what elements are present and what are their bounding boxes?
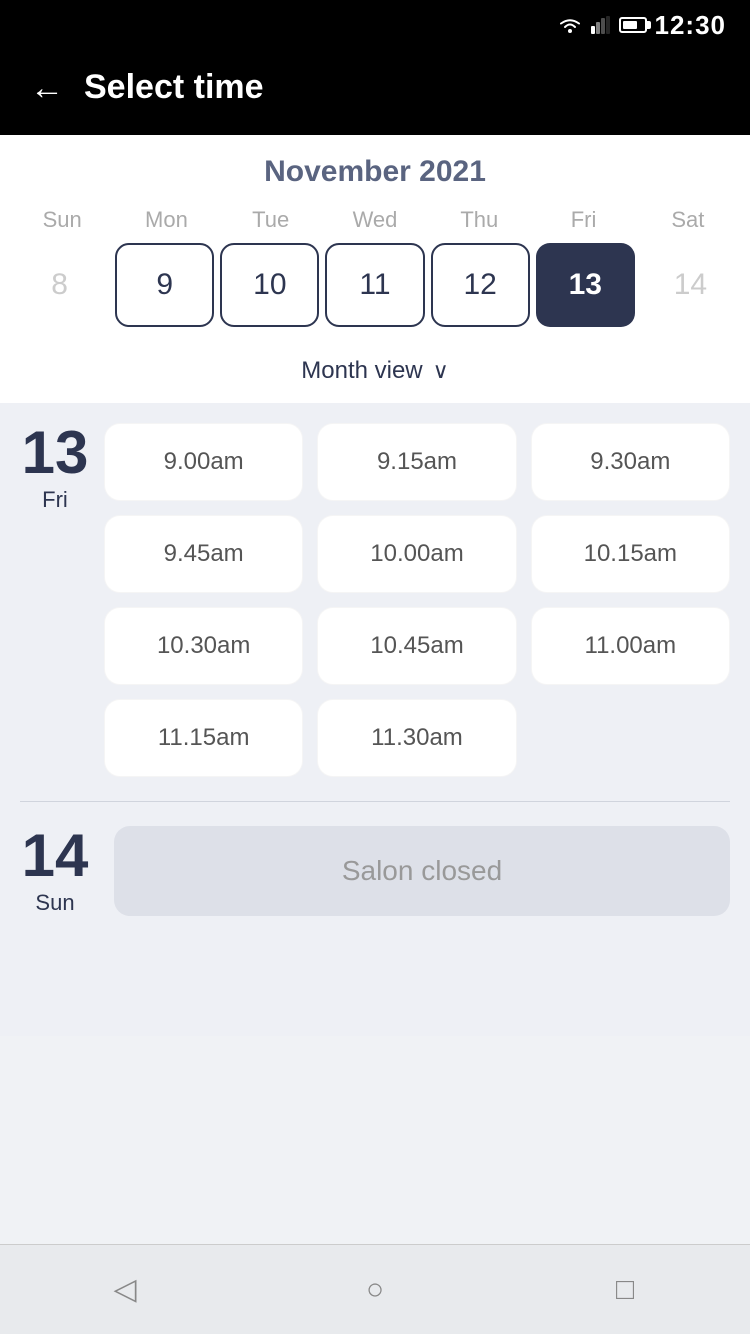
day-14-section: 14 Sun Salon closed <box>20 826 730 946</box>
bottom-nav: ◁ ○ □ <box>0 1244 750 1334</box>
day-cell-9[interactable]: 9 <box>115 243 214 327</box>
back-nav-icon: ◁ <box>113 1272 136 1307</box>
nav-back-button[interactable]: ◁ <box>100 1265 150 1315</box>
slots-section: 13 Fri 9.00am 9.15am 9.30am 9.45am 10.00… <box>0 403 750 1036</box>
day-name-thu: Thu <box>427 207 531 233</box>
nav-recent-button[interactable]: □ <box>600 1265 650 1315</box>
day-13-label: 13 Fri <box>20 423 90 777</box>
signal-icon <box>591 16 611 34</box>
chevron-down-icon: ∨ <box>433 358 449 384</box>
day-name-mon: Mon <box>114 207 218 233</box>
time-slot-1115am[interactable]: 11.15am <box>104 699 303 777</box>
day-name-sun: Sun <box>10 207 114 233</box>
time-slot-945am[interactable]: 9.45am <box>104 515 303 593</box>
salon-closed-label: Salon closed <box>342 855 502 887</box>
battery-icon <box>619 17 647 33</box>
day-cell-14[interactable]: 14 <box>641 243 740 327</box>
day-cell-8[interactable]: 8 <box>10 243 109 327</box>
time-slot-1100am[interactable]: 11.00am <box>531 607 730 685</box>
month-view-toggle[interactable]: Month view ∨ <box>0 343 750 403</box>
nav-home-button[interactable]: ○ <box>350 1265 400 1315</box>
calendar-section: November 2021 Sun Mon Tue Wed Thu Fri Sa… <box>0 135 750 403</box>
status-bar: 12:30 <box>0 0 750 50</box>
day-13-container: 13 Fri 9.00am 9.15am 9.30am 9.45am 10.00… <box>20 423 730 777</box>
day-13-number: 13 <box>22 423 89 483</box>
header: ← Select time <box>0 50 750 135</box>
day-name-sat: Sat <box>636 207 740 233</box>
day-cell-11[interactable]: 11 <box>325 243 424 327</box>
recent-nav-icon: □ <box>616 1273 634 1307</box>
day-name-wed: Wed <box>323 207 427 233</box>
calendar-week: 8 9 10 11 12 13 14 <box>0 243 750 343</box>
calendar-days-header: Sun Mon Tue Wed Thu Fri Sat <box>0 207 750 233</box>
time-slot-1130am[interactable]: 11.30am <box>317 699 516 777</box>
time-slot-1015am[interactable]: 10.15am <box>531 515 730 593</box>
home-nav-icon: ○ <box>366 1273 384 1307</box>
salon-closed-box: Salon closed <box>114 826 730 916</box>
day-cell-10[interactable]: 10 <box>220 243 319 327</box>
status-icons: 12:30 <box>557 10 727 41</box>
page-title: Select time <box>84 68 264 107</box>
day-14-label: 14 Sun <box>20 826 90 916</box>
status-time: 12:30 <box>655 10 727 41</box>
time-slot-930am[interactable]: 9.30am <box>531 423 730 501</box>
back-button[interactable]: ← <box>30 71 64 105</box>
divider <box>20 801 730 802</box>
day-cell-13[interactable]: 13 <box>536 243 635 327</box>
day-13-slots-wrapper: 9.00am 9.15am 9.30am 9.45am 10.00am 10.1… <box>104 423 730 777</box>
time-slot-1030am[interactable]: 10.30am <box>104 607 303 685</box>
day-name-fri: Fri <box>531 207 635 233</box>
day-14-number: 14 <box>22 826 89 886</box>
day-cell-12[interactable]: 12 <box>431 243 530 327</box>
day-name-tue: Tue <box>219 207 323 233</box>
day-14-name: Sun <box>35 890 74 916</box>
time-slot-1045am[interactable]: 10.45am <box>317 607 516 685</box>
day-13-name: Fri <box>42 487 68 513</box>
calendar-month: November 2021 <box>0 155 750 189</box>
bottom-spacer <box>20 946 730 1036</box>
time-slot-1000am[interactable]: 10.00am <box>317 515 516 593</box>
month-view-label: Month view <box>301 357 422 385</box>
day-13-time-grid: 9.00am 9.15am 9.30am 9.45am 10.00am 10.1… <box>104 423 730 777</box>
wifi-icon <box>557 16 583 34</box>
time-slot-915am[interactable]: 9.15am <box>317 423 516 501</box>
day-13-section: 13 Fri 9.00am 9.15am 9.30am 9.45am 10.00… <box>20 423 730 777</box>
time-slot-900am[interactable]: 9.00am <box>104 423 303 501</box>
